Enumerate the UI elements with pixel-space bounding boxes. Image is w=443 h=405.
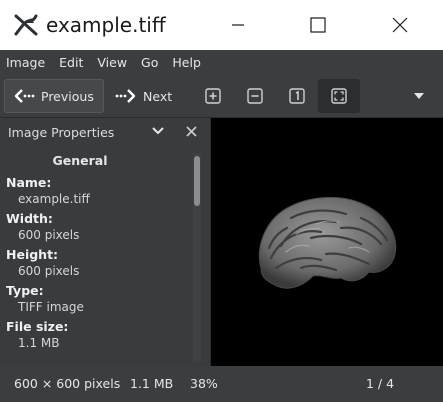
menu-edit[interactable]: Edit [59,55,83,70]
sidebar-title[interactable]: Image Properties [8,125,114,140]
property-value: 600 pixels [18,264,80,278]
zoom-in-icon [205,88,221,104]
menu-view[interactable]: View [97,55,127,70]
sidebar-header: Image Properties [0,118,210,146]
go-previous-icon [14,89,35,103]
previous-label: Previous [41,88,94,104]
menu-bar: Image Edit View Go Help [0,50,443,74]
next-label: Next [143,88,173,104]
toolbar: Previous Next [0,74,443,118]
next-button[interactable]: Next [113,79,175,113]
property-label: Height: [6,247,59,262]
status-bar: 600 × 600 pixels 1.1 MB 38% 1 / 4 [0,366,443,402]
title-bar: example.tiff [0,0,443,50]
maximize-button[interactable] [298,8,338,42]
property-label: File size: [6,319,69,334]
property-label: Width: [6,211,53,226]
gear-menu-button[interactable] [404,79,434,113]
minimize-icon [232,24,244,26]
status-dimensions: 600 × 600 pixels [14,376,121,391]
maximize-icon [310,17,326,33]
zoom-out-icon [247,88,263,104]
menu-help[interactable]: Help [172,55,201,70]
properties-list: Name: example.tiff Width: 600 pixels Hei… [6,175,190,355]
close-icon[interactable] [186,126,197,137]
chevron-down-icon[interactable] [152,127,164,135]
property-value: TIFF image [18,300,84,314]
zoom-original-icon [289,88,305,104]
property-value: example.tiff [18,192,90,206]
close-icon [392,17,408,33]
status-page: 1 / 4 [366,376,395,391]
go-next-icon [115,89,136,103]
close-button[interactable] [380,8,420,42]
zoom-fit-icon [331,88,347,104]
zoom-out-button[interactable] [240,79,270,113]
status-zoom: 38% [190,376,218,391]
zoom-in-button[interactable] [198,79,228,113]
property-label: Name: [6,175,52,190]
status-file-size: 1.1 MB [130,376,174,391]
sidebar: Image Properties General Name: example.t… [0,118,210,366]
previous-button[interactable]: Previous [4,79,104,113]
property-value: 1.1 MB [18,336,60,350]
image-canvas[interactable] [210,118,443,366]
menu-image[interactable]: Image [6,55,45,70]
window-title: example.tiff [46,13,166,37]
minimize-button[interactable] [218,8,258,42]
best-fit-button[interactable] [318,79,360,113]
app-icon [14,14,38,36]
chevron-down-icon [414,93,424,99]
section-title: General [52,153,108,168]
property-value: 600 pixels [18,228,80,242]
menu-go[interactable]: Go [141,55,158,70]
property-label: Type: [6,283,44,298]
scrollbar-thumb[interactable] [194,156,200,206]
brain-image [258,196,397,289]
zoom-normal-button[interactable] [282,79,312,113]
